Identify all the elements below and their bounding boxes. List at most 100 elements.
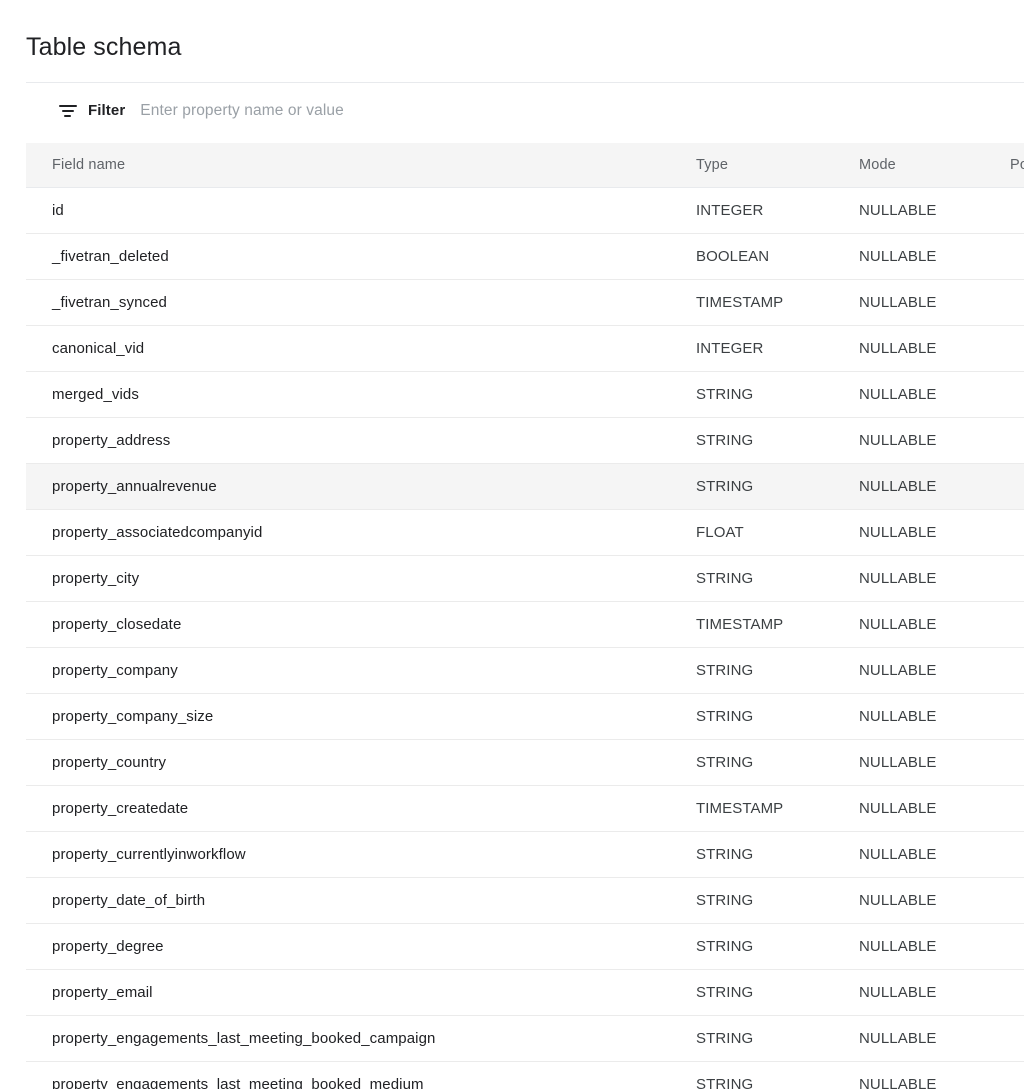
cell-field-name: property_address [26, 417, 671, 464]
cell-field-name: property_company_size [26, 693, 671, 740]
cell-mode-text: NULLABLE [859, 432, 937, 449]
cell-field-name: property_email [26, 969, 671, 1016]
cell-mode: NULLABLE [834, 739, 985, 786]
table-row[interactable]: property_degree STRING NULLABLE [26, 923, 1024, 970]
table-row[interactable]: canonical_vid INTEGER NULLABLE [26, 325, 1024, 372]
table-row[interactable]: property_address STRING NULLABLE [26, 417, 1024, 464]
cell-field-name: property_engagements_last_meeting_booked… [26, 1061, 671, 1089]
filter-button[interactable]: Filter [26, 102, 125, 119]
cell-mode: NULLABLE [834, 417, 985, 464]
cell-mode: NULLABLE [834, 969, 985, 1016]
cell-field-name-text: property_degree [52, 938, 164, 955]
table-row[interactable]: _fivetran_deleted BOOLEAN NULLABLE [26, 233, 1024, 280]
table-row[interactable]: property_city STRING NULLABLE [26, 555, 1024, 602]
table-row[interactable]: property_company STRING NULLABLE [26, 647, 1024, 694]
cell-mode: NULLABLE [834, 831, 985, 878]
cell-type: BOOLEAN [671, 233, 834, 280]
cell-policy-tags [985, 601, 1024, 648]
table-row[interactable]: property_closedate TIMESTAMP NULLABLE [26, 601, 1024, 648]
column-header-mode[interactable]: Mode [834, 143, 985, 188]
cell-mode-text: NULLABLE [859, 754, 937, 771]
cell-field-name: property_company [26, 647, 671, 694]
cell-field-name-text: id [52, 202, 64, 219]
table-header-row: Field name Type Mode Policy tags [26, 143, 1024, 188]
cell-type-text: TIMESTAMP [696, 616, 784, 633]
cell-policy-tags [985, 1061, 1024, 1089]
cell-policy-tags [985, 693, 1024, 740]
cell-type: INTEGER [671, 325, 834, 372]
cell-type: STRING [671, 831, 834, 878]
cell-type-text: STRING [696, 754, 754, 771]
cell-type-text: STRING [696, 1030, 754, 1047]
cell-mode: NULLABLE [834, 325, 985, 372]
table-row[interactable]: property_annualrevenue STRING NULLABLE [26, 463, 1024, 510]
cell-mode: NULLABLE [834, 509, 985, 556]
cell-policy-tags [985, 233, 1024, 280]
page-title: Table schema [26, 32, 182, 61]
cell-field-name-text: property_currentlyinworkflow [52, 846, 246, 863]
cell-mode: NULLABLE [834, 555, 985, 602]
cell-field-name: property_country [26, 739, 671, 786]
table-row[interactable]: property_country STRING NULLABLE [26, 739, 1024, 786]
table-row[interactable]: property_date_of_birth STRING NULLABLE [26, 877, 1024, 924]
cell-mode: NULLABLE [834, 647, 985, 694]
table-row[interactable]: property_engagements_last_meeting_booked… [26, 1015, 1024, 1062]
table-header: Field name Type Mode Policy tags [26, 143, 1024, 188]
table-row[interactable]: property_email STRING NULLABLE [26, 969, 1024, 1016]
table-row[interactable]: merged_vids STRING NULLABLE [26, 371, 1024, 418]
schema-table: Field name Type Mode Policy tags id INTEG… [26, 143, 1024, 1089]
cell-field-name-text: property_closedate [52, 616, 182, 633]
cell-mode: NULLABLE [834, 187, 985, 234]
cell-field-name: _fivetran_synced [26, 279, 671, 326]
table-row[interactable]: property_createdate TIMESTAMP NULLABLE [26, 785, 1024, 832]
cell-type-text: STRING [696, 478, 754, 495]
column-header-policy-tags[interactable]: Policy tags [985, 143, 1024, 188]
cell-field-name-text: property_city [52, 570, 140, 587]
cell-mode: NULLABLE [834, 877, 985, 924]
cell-type-text: BOOLEAN [696, 248, 770, 265]
cell-field-name: merged_vids [26, 371, 671, 418]
cell-field-name: property_degree [26, 923, 671, 970]
cell-field-name-text: property_date_of_birth [52, 892, 206, 909]
cell-policy-tags [985, 509, 1024, 556]
cell-field-name: canonical_vid [26, 325, 671, 372]
cell-mode-text: NULLABLE [859, 1030, 937, 1047]
cell-type: INTEGER [671, 187, 834, 234]
filter-input[interactable] [140, 101, 661, 120]
cell-mode: NULLABLE [834, 371, 985, 418]
cell-type-text: FLOAT [696, 524, 744, 541]
cell-policy-tags [985, 325, 1024, 372]
cell-policy-tags [985, 923, 1024, 970]
table-row[interactable]: property_associatedcompanyid FLOAT NULLABL… [26, 509, 1024, 556]
cell-policy-tags [985, 371, 1024, 418]
cell-field-name: property_associatedcompanyid [26, 509, 671, 556]
table-row[interactable]: _fivetran_synced TIMESTAMP NULLABLE [26, 279, 1024, 326]
cell-type: STRING [671, 923, 834, 970]
cell-mode-text: NULLABLE [859, 846, 937, 863]
cell-type: STRING [671, 371, 834, 418]
column-header-field-name[interactable]: Field name [26, 143, 671, 188]
table-row[interactable]: property_currentlyinworkflow STRING NULLAB… [26, 831, 1024, 878]
cell-mode-text: NULLABLE [859, 616, 937, 633]
table-row[interactable]: property_company_size STRING NULLABLE [26, 693, 1024, 740]
cell-policy-tags [985, 969, 1024, 1016]
filter-bar: Filter [26, 82, 1024, 138]
cell-field-name-text: canonical_vid [52, 340, 145, 357]
cell-mode-text: NULLABLE [859, 294, 937, 311]
table-row[interactable]: property_engagements_last_meeting_booked… [26, 1061, 1024, 1089]
cell-field-name: property_city [26, 555, 671, 602]
cell-field-name-text: property_email [52, 984, 153, 1001]
cell-field-name-text: property_annualrevenue [52, 478, 217, 495]
cell-field-name: property_currentlyinworkflow [26, 831, 671, 878]
cell-mode-text: NULLABLE [859, 984, 937, 1001]
cell-type-text: STRING [696, 892, 754, 909]
cell-mode-text: NULLABLE [859, 662, 937, 679]
cell-type-text: INTEGER [696, 202, 764, 219]
cell-field-name-text: property_engagements_last_meeting_booked… [52, 1076, 424, 1089]
cell-mode: NULLABLE [834, 785, 985, 832]
column-header-type[interactable]: Type [671, 143, 834, 188]
table-row[interactable]: id INTEGER NULLABLE [26, 187, 1024, 234]
cell-type-text: STRING [696, 432, 754, 449]
cell-field-name-text: property_company_size [52, 708, 214, 725]
cell-field-name-text: property_country [52, 754, 167, 771]
